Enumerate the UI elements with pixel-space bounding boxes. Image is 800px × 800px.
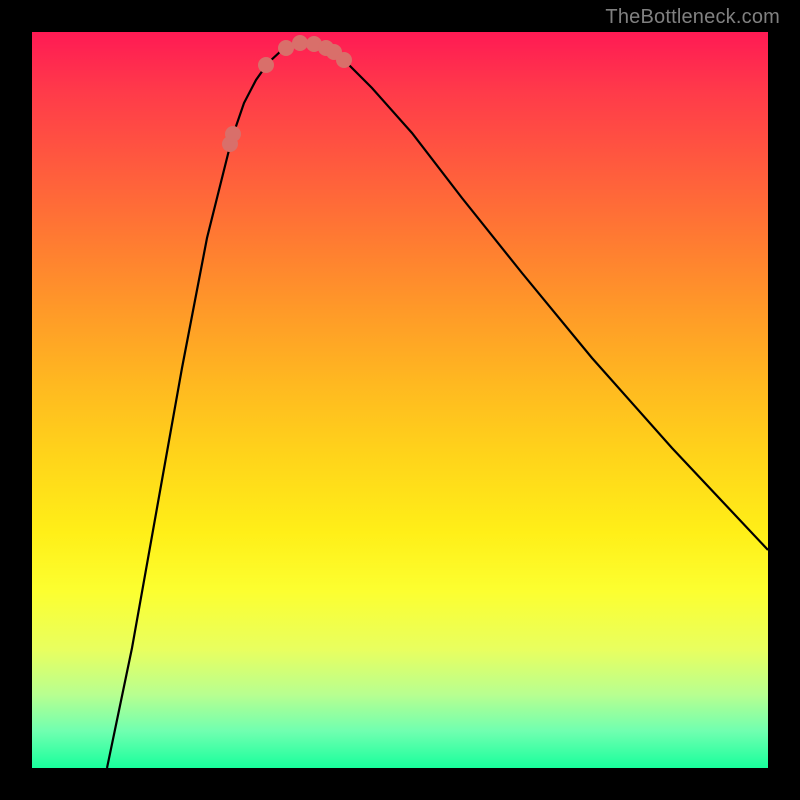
- highlight-dots: [222, 35, 352, 152]
- highlight-dot: [292, 35, 308, 51]
- highlight-dot: [336, 52, 352, 68]
- plot-area: [32, 32, 768, 768]
- highlight-dot: [225, 126, 241, 142]
- bottleneck-curve: [107, 42, 768, 768]
- highlight-dot: [258, 57, 274, 73]
- curve-layer: [32, 32, 768, 768]
- watermark-text: TheBottleneck.com: [605, 6, 780, 29]
- highlight-dot: [278, 40, 294, 56]
- chart-stage: TheBottleneck.com: [0, 0, 800, 800]
